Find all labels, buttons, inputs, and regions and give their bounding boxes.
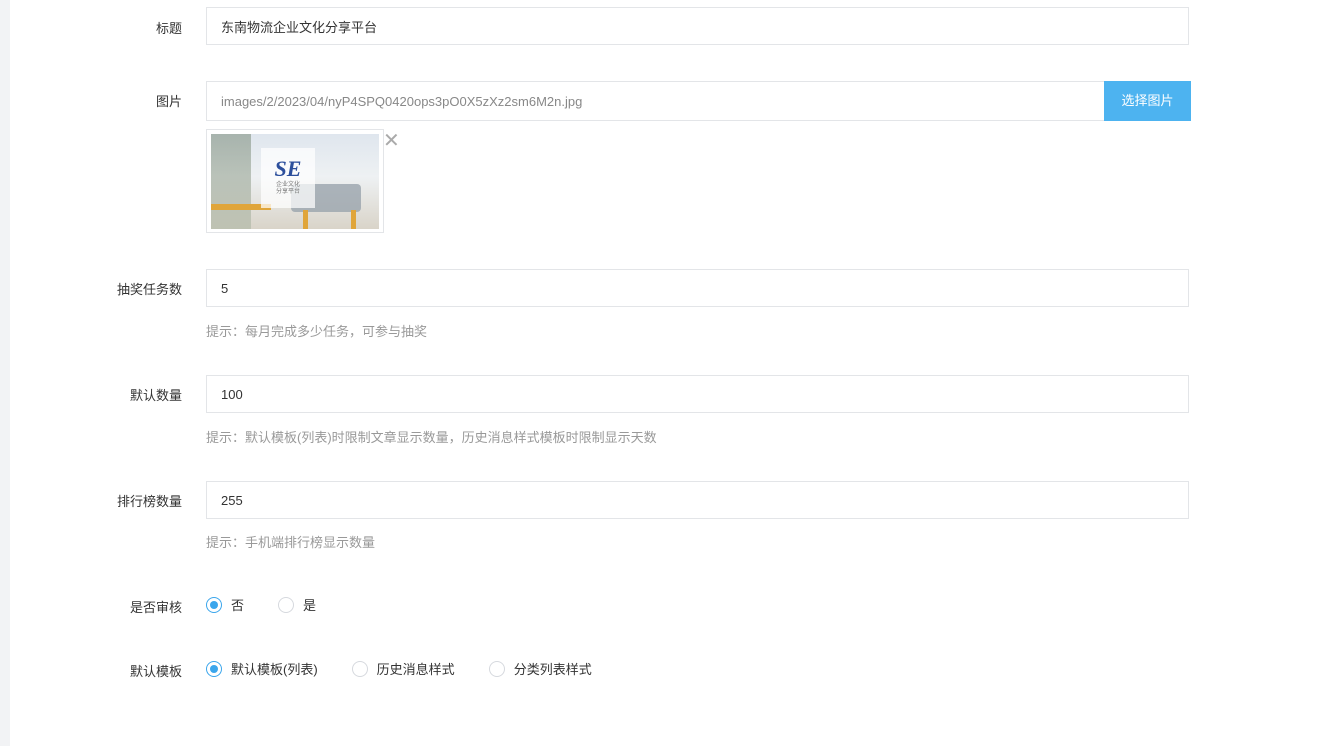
review-label: 是否审核 — [129, 600, 182, 615]
review-option-no-label: 否 — [231, 598, 245, 613]
default-count-label: 默认数量 — [129, 388, 182, 403]
radio-circle[interactable] — [488, 660, 505, 677]
close-icon[interactable]: ✕ — [383, 131, 400, 151]
template-option-list-label: 默认模板(列表) — [231, 662, 318, 677]
lottery-tasks-label: 抽奖任务数 — [116, 282, 182, 297]
radio-circle[interactable] — [278, 596, 295, 613]
template-option-category[interactable]: 分类列表样式 — [488, 659, 592, 678]
logo-subtitle-2: 分享平台 — [275, 189, 300, 195]
logo-subtitle-1: 企业文化 — [275, 182, 300, 188]
image-label: 图片 — [155, 94, 182, 109]
logo-mark: SE — [274, 156, 302, 181]
lottery-tasks-input[interactable] — [206, 269, 1189, 307]
template-option-list[interactable]: 默认模板(列表) — [206, 659, 318, 678]
review-option-yes[interactable]: 是 — [278, 595, 316, 614]
image-preview: SE 企业文化 分享平台 — [206, 129, 384, 233]
ranking-count-label: 排行榜数量 — [116, 494, 182, 509]
default-count-hint: 提示：默认模板(列表)时限制文章显示数量，历史消息样式模板时限制显示天数 — [206, 430, 657, 445]
template-option-history-label: 历史消息样式 — [376, 662, 455, 677]
default-count-input[interactable] — [206, 375, 1189, 413]
logo-watermark: SE 企业文化 分享平台 — [261, 148, 315, 208]
select-image-button[interactable]: 选择图片 — [1104, 81, 1191, 121]
template-option-history[interactable]: 历史消息样式 — [351, 659, 455, 678]
template-radio-group: 默认模板(列表) 历史消息样式 分类列表样式 — [206, 659, 626, 678]
radio-circle[interactable] — [351, 660, 368, 677]
template-label: 默认模板 — [129, 664, 182, 679]
ranking-count-hint: 提示：手机端排行榜显示数量 — [206, 535, 376, 550]
image-thumbnail: SE 企业文化 分享平台 — [211, 134, 379, 229]
lottery-tasks-hint: 提示：每月完成多少任务，可参与抽奖 — [206, 324, 428, 339]
radio-circle[interactable] — [206, 596, 222, 613]
radio-circle[interactable] — [206, 660, 222, 677]
left-sidebar-edge — [0, 0, 10, 746]
title-label: 标题 — [155, 21, 182, 36]
review-option-yes-label: 是 — [303, 598, 317, 613]
image-path-input[interactable] — [206, 81, 1104, 121]
title-input[interactable] — [206, 7, 1189, 45]
review-radio-group: 否 是 — [206, 595, 350, 614]
template-option-category-label: 分类列表样式 — [513, 662, 592, 677]
ranking-count-input[interactable] — [206, 481, 1189, 519]
review-option-no[interactable]: 否 — [206, 595, 244, 614]
